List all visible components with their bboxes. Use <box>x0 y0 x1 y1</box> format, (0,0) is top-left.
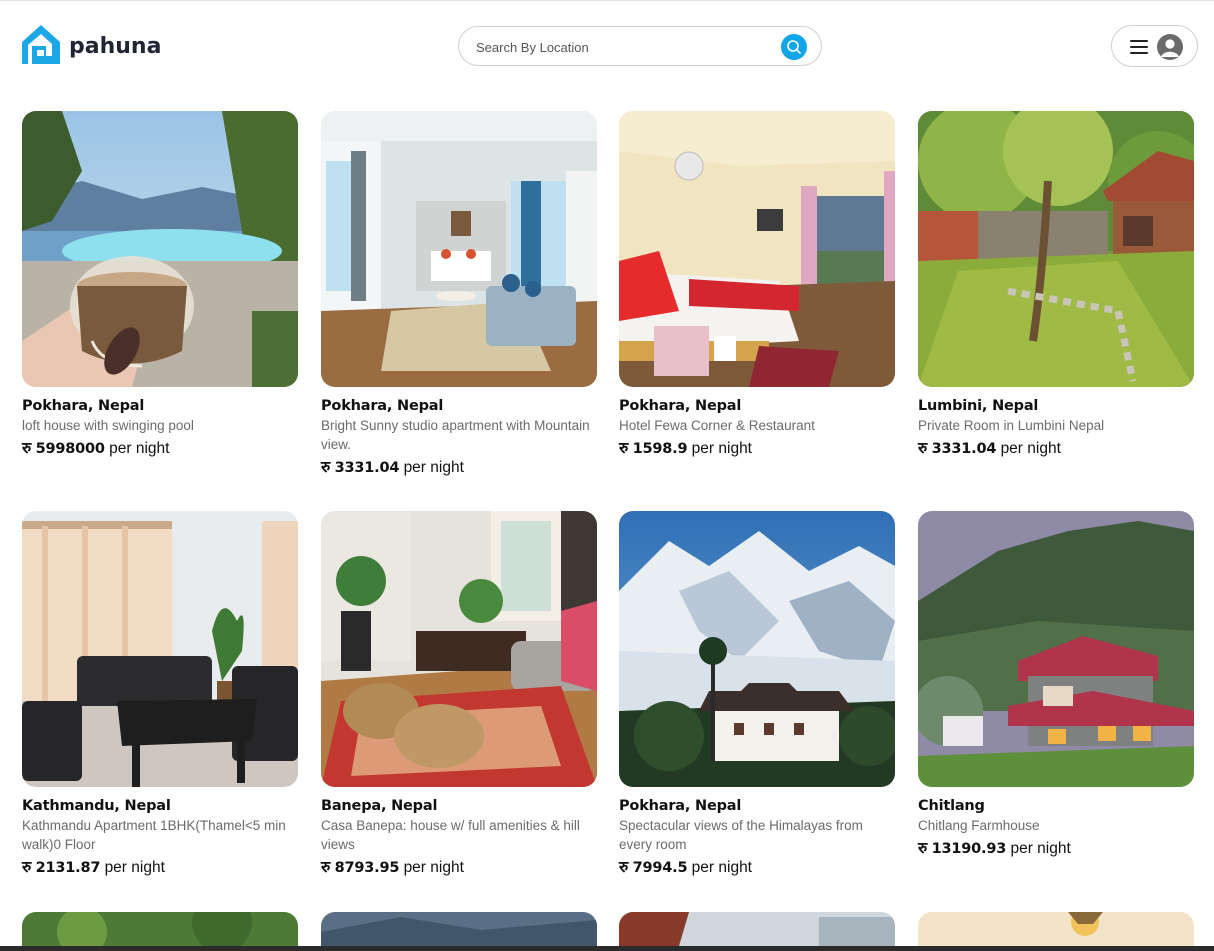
listing-card[interactable]: Kathmandu, Nepal Kathmandu Apartment 1BH… <box>22 511 298 879</box>
listing-photo[interactable] <box>321 511 597 787</box>
listing-card[interactable]: Pokhara, Nepal Bright Sunny studio apart… <box>321 111 597 479</box>
listing-price: रु 3331.04 per night <box>321 459 464 476</box>
listing-price: रु 7994.5 per night <box>619 859 752 876</box>
listing-photo[interactable] <box>619 511 895 787</box>
search-button[interactable] <box>781 34 807 60</box>
listing-card[interactable]: Pokhara, Nepal Spectacular views of the … <box>619 511 895 879</box>
listing-card-partial[interactable] <box>321 912 597 946</box>
listing-description: Kathmandu Apartment 1BHK(Thamel<5 min wa… <box>22 818 286 852</box>
listing-card[interactable]: Chitlang Chitlang Farmhouse रु 13190.93 … <box>918 511 1194 860</box>
listing-price: रु 5998000 per night <box>22 440 170 457</box>
listing-card[interactable]: Pokhara, Nepal Hotel Fewa Corner & Resta… <box>619 111 895 460</box>
listing-price: रु 3331.04 per night <box>918 440 1061 457</box>
search-icon <box>787 40 801 54</box>
listing-description: Casa Banepa: house w/ full amenities & h… <box>321 818 580 852</box>
logo[interactable]: pahuna <box>20 22 161 66</box>
listing-photo[interactable] <box>918 912 1194 946</box>
listing-price: रु 13190.93 per night <box>918 840 1071 857</box>
listing-location: Lumbini, Nepal <box>918 398 1039 414</box>
listing-photo[interactable] <box>619 912 895 946</box>
listing-card[interactable]: Pokhara, Nepal loft house with swinging … <box>22 111 298 460</box>
hamburger-icon <box>1130 40 1148 54</box>
listing-description: Private Room in Lumbini Nepal <box>918 418 1105 433</box>
listing-description: Chitlang Farmhouse <box>918 818 1040 833</box>
listing-photo[interactable] <box>321 111 597 387</box>
listing-card-partial[interactable] <box>22 912 298 946</box>
listing-location: Pokhara, Nepal <box>619 798 742 814</box>
site-header: pahuna <box>0 0 1214 92</box>
listing-location: Pokhara, Nepal <box>321 398 444 414</box>
listing-photo[interactable] <box>619 111 895 387</box>
listing-location: Chitlang <box>918 798 985 814</box>
listing-photo[interactable] <box>321 912 597 946</box>
listing-price: रु 8793.95 per night <box>321 859 464 876</box>
user-avatar-icon <box>1157 34 1183 60</box>
listing-photo[interactable] <box>918 511 1194 787</box>
listing-description: loft house with swinging pool <box>22 418 194 433</box>
listing-card-partial[interactable] <box>918 912 1194 946</box>
listing-photo[interactable] <box>22 111 298 387</box>
window-bottom-edge <box>0 946 1214 951</box>
user-menu-button[interactable] <box>1111 25 1198 67</box>
listing-price: रु 2131.87 per night <box>22 859 165 876</box>
listing-description: Hotel Fewa Corner & Restaurant <box>619 418 815 433</box>
listing-location: Banepa, Nepal <box>321 798 438 814</box>
brand-name: pahuna <box>69 34 162 59</box>
listing-price: रु 1598.9 per night <box>619 440 752 457</box>
listing-photo[interactable] <box>918 111 1194 387</box>
listing-location: Kathmandu, Nepal <box>22 798 171 814</box>
listing-location: Pokhara, Nepal <box>22 398 145 414</box>
listing-card[interactable]: Lumbini, Nepal Private Room in Lumbini N… <box>918 111 1194 460</box>
search-input[interactable] <box>476 36 776 58</box>
listing-photo[interactable] <box>22 511 298 787</box>
listing-photo[interactable] <box>22 912 298 946</box>
listing-card[interactable]: Banepa, Nepal Casa Banepa: house w/ full… <box>321 511 597 879</box>
listing-description: Bright Sunny studio apartment with Mount… <box>321 418 590 452</box>
listing-location: Pokhara, Nepal <box>619 398 742 414</box>
listing-description: Spectacular views of the Himalayas from … <box>619 818 863 852</box>
search-bar[interactable] <box>458 26 822 66</box>
listing-card-partial[interactable] <box>619 912 895 946</box>
house-logo-icon <box>22 25 60 64</box>
